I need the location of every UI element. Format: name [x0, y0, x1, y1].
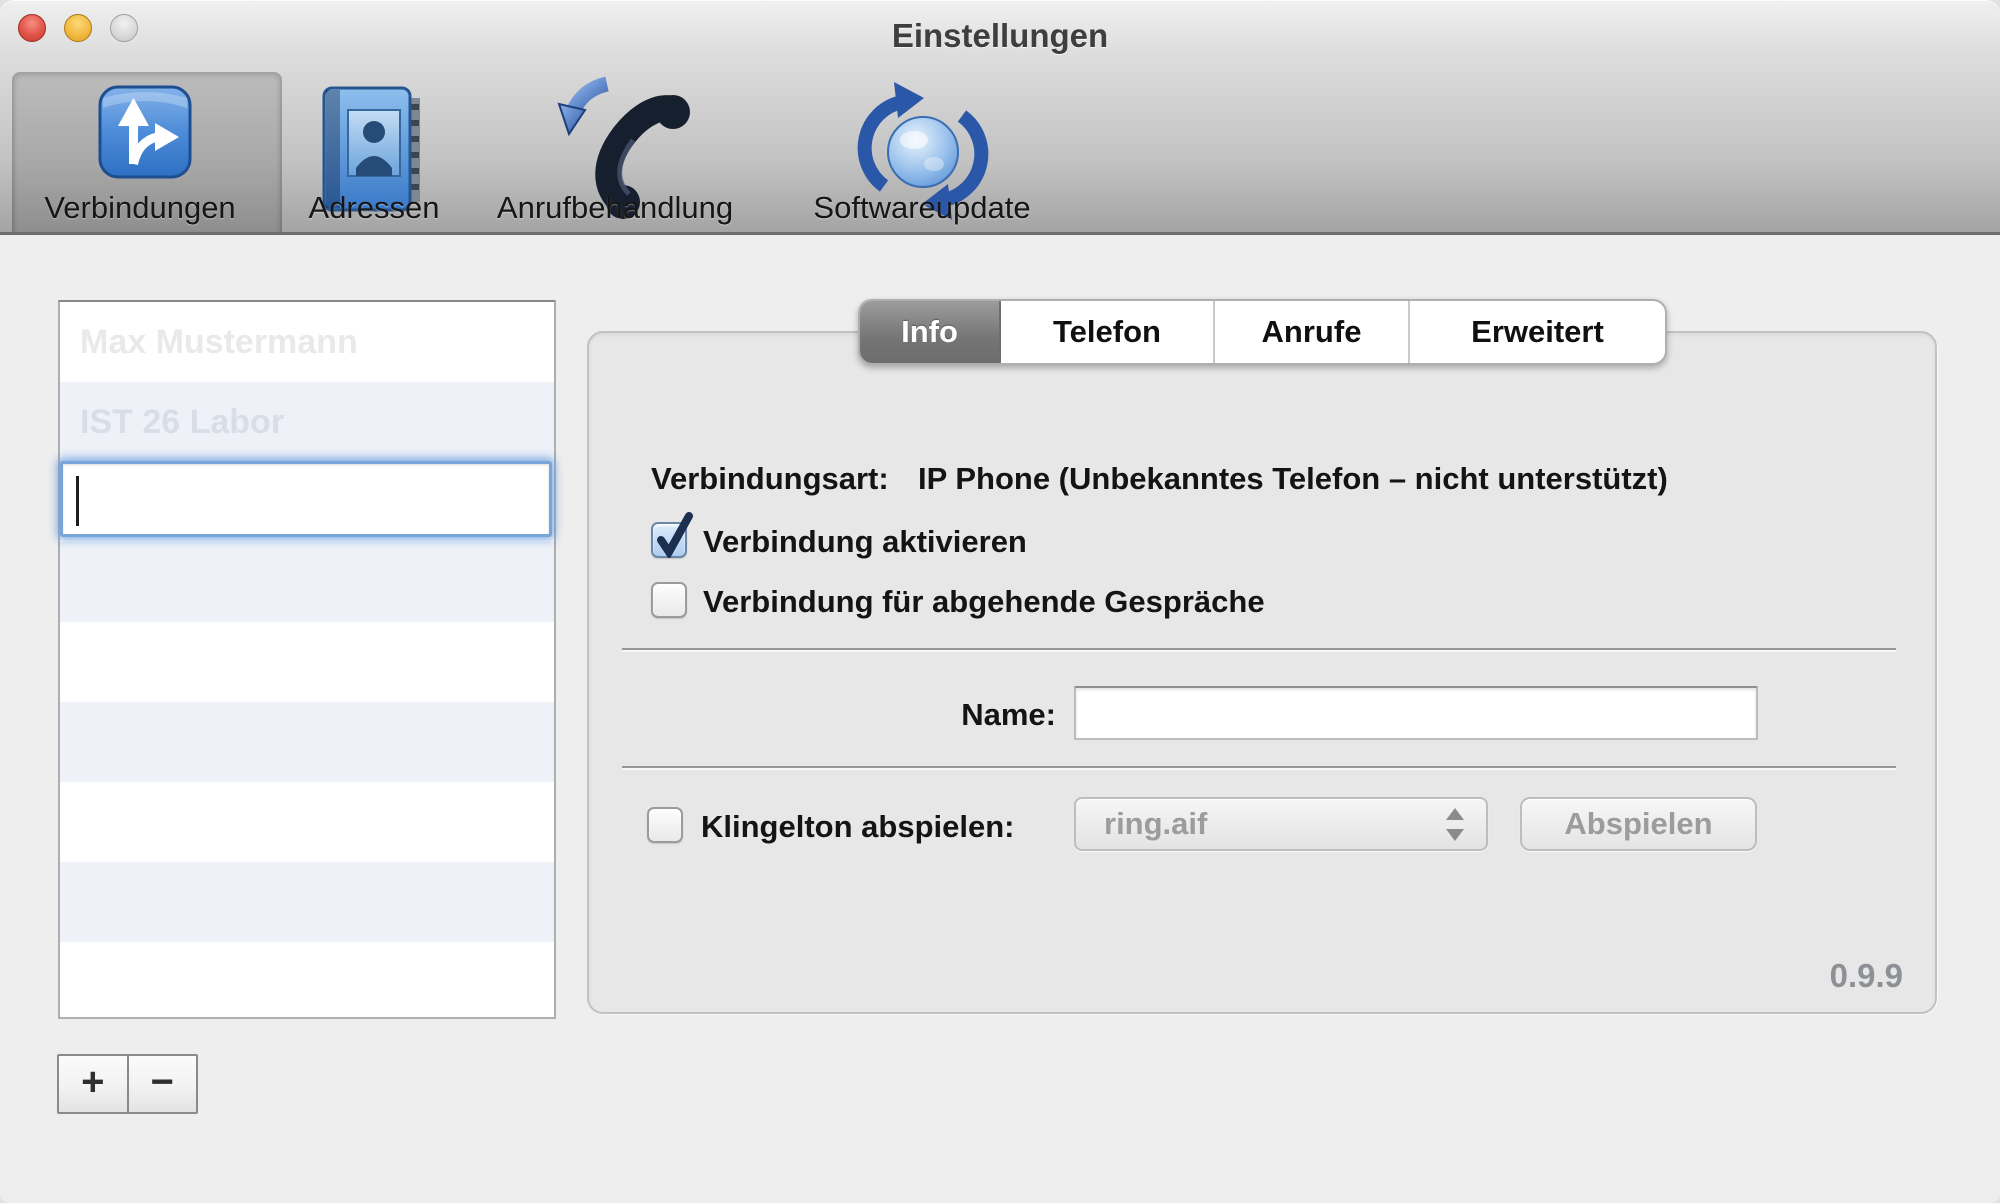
toolbar-item-label: Softwareupdate [775, 188, 1069, 228]
list-item-connection[interactable]: IST 26 Labor [80, 382, 284, 462]
connection-name-edit-input[interactable] [73, 470, 537, 530]
toolbar-item-label: Verbindungen [12, 188, 268, 228]
preferences-window: Einstellungen Verbindungen [0, 0, 2000, 1203]
toolbar-item-label: Adressen [294, 188, 454, 228]
play-ringtone-checkbox[interactable] [647, 807, 683, 843]
toolbar-item-label: Anrufbehandlung [470, 188, 760, 228]
name-label: Name: [856, 697, 1056, 733]
name-input[interactable] [1076, 688, 1756, 738]
add-connection-button[interactable]: + [59, 1056, 129, 1112]
list-action-buttons: + − [57, 1054, 198, 1114]
text-caret [76, 476, 79, 526]
connection-type-value: IP Phone (Unbekanntes Telefon – nicht un… [918, 461, 1668, 497]
checkmark-icon [651, 510, 695, 558]
window-header: Einstellungen Verbindungen [0, 0, 2000, 235]
new-connection-edit-cell[interactable] [60, 461, 552, 537]
list-row[interactable] [60, 702, 554, 782]
connection-type-row: Verbindungsart: [651, 461, 889, 497]
outgoing-connection-checkbox[interactable] [651, 582, 687, 618]
tab-telefon[interactable]: Telefon [1001, 301, 1215, 363]
settings-pane [587, 331, 1937, 1014]
ringtone-select[interactable]: ring.aif [1074, 797, 1488, 851]
activate-connection-checkbox[interactable] [651, 522, 687, 558]
tab-info[interactable]: Info [860, 301, 1001, 363]
outgoing-connection-label: Verbindung für abgehende Gespräche [703, 584, 1265, 620]
activate-connection-label: Verbindung aktivieren [703, 524, 1027, 560]
list-item-connection[interactable]: Max Mustermann [80, 302, 358, 382]
window-title: Einstellungen [0, 16, 2000, 56]
list-row[interactable] [60, 542, 554, 622]
separator [622, 648, 1896, 650]
connection-type-label: Verbindungsart: [651, 461, 889, 496]
separator [622, 766, 1896, 768]
play-button[interactable]: Abspielen [1520, 797, 1757, 851]
list-row[interactable] [60, 862, 554, 942]
tab-anrufe[interactable]: Anrufe [1215, 301, 1410, 363]
tab-erweitert[interactable]: Erweitert [1410, 301, 1665, 363]
name-field-wrap [1074, 686, 1758, 740]
ringtone-selected-value: ring.aif [1104, 799, 1207, 849]
directions-arrows-icon [97, 84, 193, 180]
connections-list[interactable]: Max Mustermann IST 26 Labor [58, 300, 556, 1019]
popup-stepper-icon [1446, 808, 1464, 842]
tab-bar: Info Telefon Anrufe Erweitert [858, 299, 1667, 365]
play-ringtone-label: Klingelton abspielen: [701, 809, 1014, 845]
version-text: 0.9.9 [1503, 957, 1903, 995]
remove-connection-button[interactable]: − [129, 1056, 197, 1112]
